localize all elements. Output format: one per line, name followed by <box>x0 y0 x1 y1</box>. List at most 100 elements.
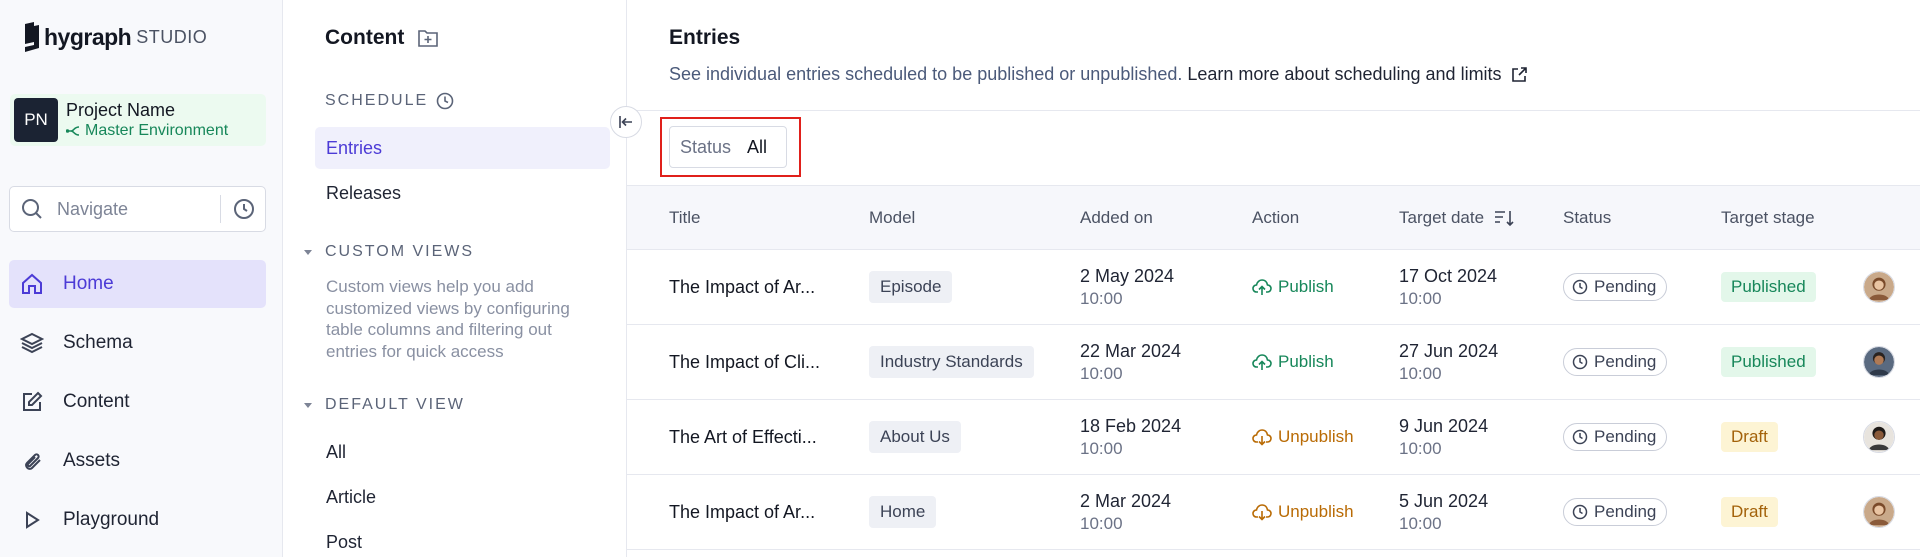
status-text: Pending <box>1594 502 1657 521</box>
project-avatar: PN <box>14 98 58 142</box>
custom-views-description: Custom views help you add customized vie… <box>326 277 570 361</box>
sidebar-item-label: Home <box>63 273 114 294</box>
target-time: 10:00 <box>1399 364 1442 383</box>
table-row[interactable]: The Impact of Ar... Home 2 Mar 2024 10:0… <box>627 475 1920 550</box>
subnav-item-label: Releases <box>326 182 402 203</box>
subnav-item-article[interactable]: Article <box>315 476 610 518</box>
column-target-stage[interactable]: Target stage <box>1721 186 1815 249</box>
status-filter-value: All <box>747 136 768 157</box>
clock-icon <box>1572 279 1588 295</box>
clock-icon <box>1572 354 1588 370</box>
added-time: 10:00 <box>1080 289 1123 308</box>
add-folder-icon[interactable] <box>418 29 439 47</box>
target-date-value: 27 Jun 2024 <box>1399 341 1499 361</box>
column-added-on[interactable]: Added on <box>1080 186 1153 249</box>
sidebar-item-playground[interactable]: Playground <box>9 496 266 544</box>
added-on: 2 May 2024 10:00 <box>1080 250 1174 324</box>
subnav-item-releases[interactable]: Releases <box>315 172 610 214</box>
subnav-item-entries[interactable]: Entries <box>315 127 610 169</box>
external-link-icon[interactable] <box>1510 66 1528 84</box>
subnav-item-label: Post <box>326 531 363 552</box>
cloud-upload-icon <box>1252 279 1272 295</box>
entry-title[interactable]: The Impact of Cli... <box>669 325 820 399</box>
sidebar-item-schema[interactable]: Schema <box>9 319 266 367</box>
search-input[interactable]: Navigate <box>57 199 220 220</box>
history-icon[interactable] <box>233 198 255 220</box>
sidebar-item-label: Content <box>63 391 130 412</box>
sidebar-item-assets[interactable]: Assets <box>9 437 266 485</box>
custom-views-heading[interactable]: CUSTOM VIEWS <box>304 243 475 261</box>
subnav-title: Content <box>325 26 439 50</box>
page-title: Entries <box>669 26 741 49</box>
sidebar-item-home[interactable]: Home <box>9 260 266 308</box>
entry-title[interactable]: The Impact of Ar... <box>669 250 815 324</box>
table-row[interactable]: The Art of Effecti... About Us 18 Feb 20… <box>627 400 1920 475</box>
model-tag: Home <box>869 496 937 528</box>
subnav-title-text: Content <box>325 26 405 49</box>
entry-title[interactable]: The Impact of Ar... <box>669 475 815 549</box>
brand-name: hygraph <box>44 23 132 50</box>
divider <box>220 195 221 223</box>
stage-badge: Published <box>1721 272 1816 302</box>
subnav-item-label: All <box>326 441 347 462</box>
default-view-heading[interactable]: DEFAULT VIEW <box>304 396 465 414</box>
target-time: 10:00 <box>1399 514 1442 533</box>
target-date: 5 Jun 2024 10:00 <box>1399 475 1488 549</box>
column-title[interactable]: Title <box>669 186 701 249</box>
status-badge: Pending <box>1563 423 1668 451</box>
sort-icon[interactable] <box>1494 209 1514 227</box>
caret-down-icon <box>304 250 312 255</box>
target-date: 17 Oct 2024 10:00 <box>1399 250 1497 324</box>
navigate-search[interactable]: Navigate <box>9 186 266 232</box>
environment-label: Master Environment <box>66 121 228 141</box>
logo[interactable]: hygraph STUDIO <box>22 22 207 52</box>
sidebar-nav: Home Schema Content Assets Playground <box>9 260 266 555</box>
added-time: 10:00 <box>1080 364 1123 383</box>
target-time: 10:00 <box>1399 289 1442 308</box>
table-row[interactable]: The Impact of Cli... Industry Standards … <box>627 325 1920 400</box>
custom-views-heading-text: CUSTOM VIEWS <box>325 243 475 260</box>
description-text: See individual entries scheduled to be p… <box>669 64 1183 84</box>
collapse-left-icon <box>619 116 632 128</box>
cloud-upload-icon <box>1252 354 1272 370</box>
action-label: Publish <box>1278 277 1334 296</box>
action-unpublish: Unpublish <box>1252 427 1354 447</box>
column-status[interactable]: Status <box>1563 186 1611 249</box>
stage-badge: Draft <box>1721 422 1778 452</box>
brand-suffix: STUDIO <box>136 26 208 47</box>
status-badge: Pending <box>1563 498 1668 526</box>
status-badge: Pending <box>1563 273 1668 301</box>
status-filter[interactable]: Status All <box>669 126 787 168</box>
stage-badge: Published <box>1721 347 1816 377</box>
cloud-download-icon <box>1252 504 1272 521</box>
model-tag: Industry Standards <box>869 346 1034 378</box>
action-label: Unpublish <box>1278 427 1354 446</box>
sidebar-item-label: Assets <box>63 450 121 471</box>
content-subnav: Content SCHEDULE Entries Releases CUSTOM… <box>283 0 627 557</box>
clock-icon <box>436 92 454 110</box>
main-content: Entries See individual entries scheduled… <box>627 0 1920 557</box>
column-action[interactable]: Action <box>1252 186 1299 249</box>
column-target-date-label: Target date <box>1399 207 1485 227</box>
subnav-item-post[interactable]: Post <box>315 521 610 557</box>
learn-more-link[interactable]: Learn more about scheduling and limits <box>1187 64 1501 85</box>
avatar <box>1863 346 1895 378</box>
collapse-sidebar-button[interactable] <box>610 106 642 138</box>
added-date: 22 Mar 2024 <box>1080 341 1182 361</box>
sidebar-item-label: Playground <box>63 509 160 530</box>
column-model[interactable]: Model <box>869 186 915 249</box>
added-time: 10:00 <box>1080 514 1123 533</box>
layers-icon <box>20 331 44 355</box>
action-publish: Publish <box>1252 352 1334 372</box>
subnav-item-all[interactable]: All <box>315 431 610 473</box>
cloud-download-icon <box>1252 429 1272 446</box>
project-switcher[interactable]: PN Project Name Master Environment <box>10 94 266 146</box>
sidebar-item-content[interactable]: Content <box>9 378 266 426</box>
entry-title[interactable]: The Art of Effecti... <box>669 400 817 474</box>
status-text: Pending <box>1594 277 1657 296</box>
project-name: Project Name <box>66 100 176 120</box>
column-target-date[interactable]: Target date <box>1399 186 1514 249</box>
table-row[interactable]: The Impact of Ar... Episode 2 May 2024 1… <box>627 250 1920 325</box>
added-on: 2 Mar 2024 10:00 <box>1080 475 1171 549</box>
avatar <box>1863 421 1895 453</box>
